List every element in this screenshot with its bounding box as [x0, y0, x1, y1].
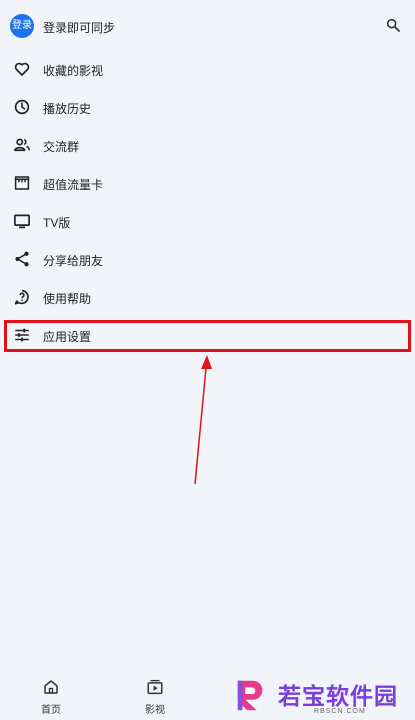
- group-icon: [14, 138, 30, 152]
- nav-item-video[interactable]: 影视: [125, 668, 185, 720]
- home-icon: [44, 680, 58, 694]
- header: 登录 登录即可同步: [0, 0, 415, 50]
- search-icon[interactable]: [385, 17, 401, 33]
- menu-item-history[interactable]: 播放历史: [0, 88, 415, 126]
- menu-item-label: 收藏的影视: [43, 64, 104, 78]
- nav-item-home[interactable]: 首页: [21, 668, 81, 720]
- nav-item-label: 影视: [145, 705, 165, 716]
- menu-item-label: 交流群: [43, 140, 80, 154]
- watermark-subtext: RBSCN.COM: [314, 708, 366, 715]
- help-icon: [14, 289, 29, 305]
- menu-item-group[interactable]: 交流群: [0, 126, 415, 164]
- menu-item-label: 超值流量卡: [43, 178, 104, 192]
- store-icon: [14, 176, 30, 190]
- menu-item-tv[interactable]: TV版: [0, 202, 415, 240]
- avatar[interactable]: 登录: [10, 14, 34, 38]
- menu-item-help[interactable]: 使用帮助: [0, 278, 415, 316]
- watermark: 若宝软件园 RBSCN.COM: [228, 674, 412, 718]
- menu-item-share[interactable]: 分享给朋友: [0, 240, 415, 278]
- share-icon: [15, 251, 29, 267]
- login-prompt[interactable]: 登录即可同步: [43, 19, 115, 36]
- menu-item-data-card[interactable]: 超值流量卡: [0, 164, 415, 202]
- menu-item-label: 使用帮助: [43, 292, 92, 306]
- clock-icon: [14, 99, 30, 115]
- tv-icon: [14, 214, 30, 229]
- menu-item-favorites[interactable]: 收藏的影视: [0, 50, 415, 88]
- menu-item-label: 分享给朋友: [43, 254, 104, 268]
- menu-item-label: TV版: [43, 216, 71, 230]
- heart-icon: [14, 62, 30, 76]
- video-icon: [147, 679, 163, 695]
- nav-item-label: 首页: [41, 705, 61, 716]
- watermark-text: 若宝软件园: [278, 684, 398, 710]
- side-menu: 收藏的影视 播放历史 交流群 超值流量卡 TV版 分享给朋友 使用帮助 应用设置: [0, 50, 415, 354]
- annotation-highlight-box: [4, 320, 411, 352]
- watermark-logo-icon: [237, 680, 263, 711]
- menu-item-label: 播放历史: [43, 102, 92, 116]
